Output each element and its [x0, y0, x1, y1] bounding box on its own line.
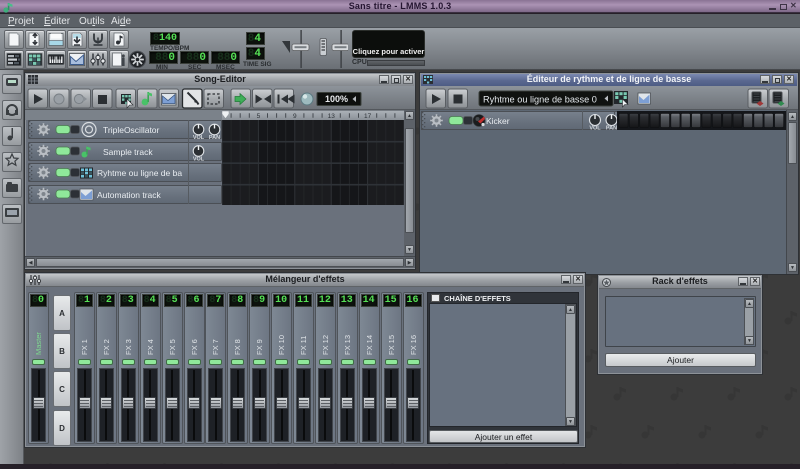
svg-text:PAN: PAN	[209, 135, 220, 141]
svg-text:VOL: VOL	[193, 157, 205, 163]
svg-text:VOL: VOL	[193, 135, 205, 141]
svg-text:Ryhtme ou ligne de basse 0: Ryhtme ou ligne de basse 0	[483, 95, 597, 105]
svg-text:9: 9	[293, 113, 297, 120]
svg-text:5: 5	[257, 113, 261, 120]
svg-text:100%: 100%	[325, 94, 348, 104]
svg-text:PAN: PAN	[606, 126, 617, 130]
svg-text:VOL: VOL	[589, 126, 601, 130]
svg-text:17: 17	[364, 113, 372, 120]
svg-text:13: 13	[328, 113, 336, 120]
